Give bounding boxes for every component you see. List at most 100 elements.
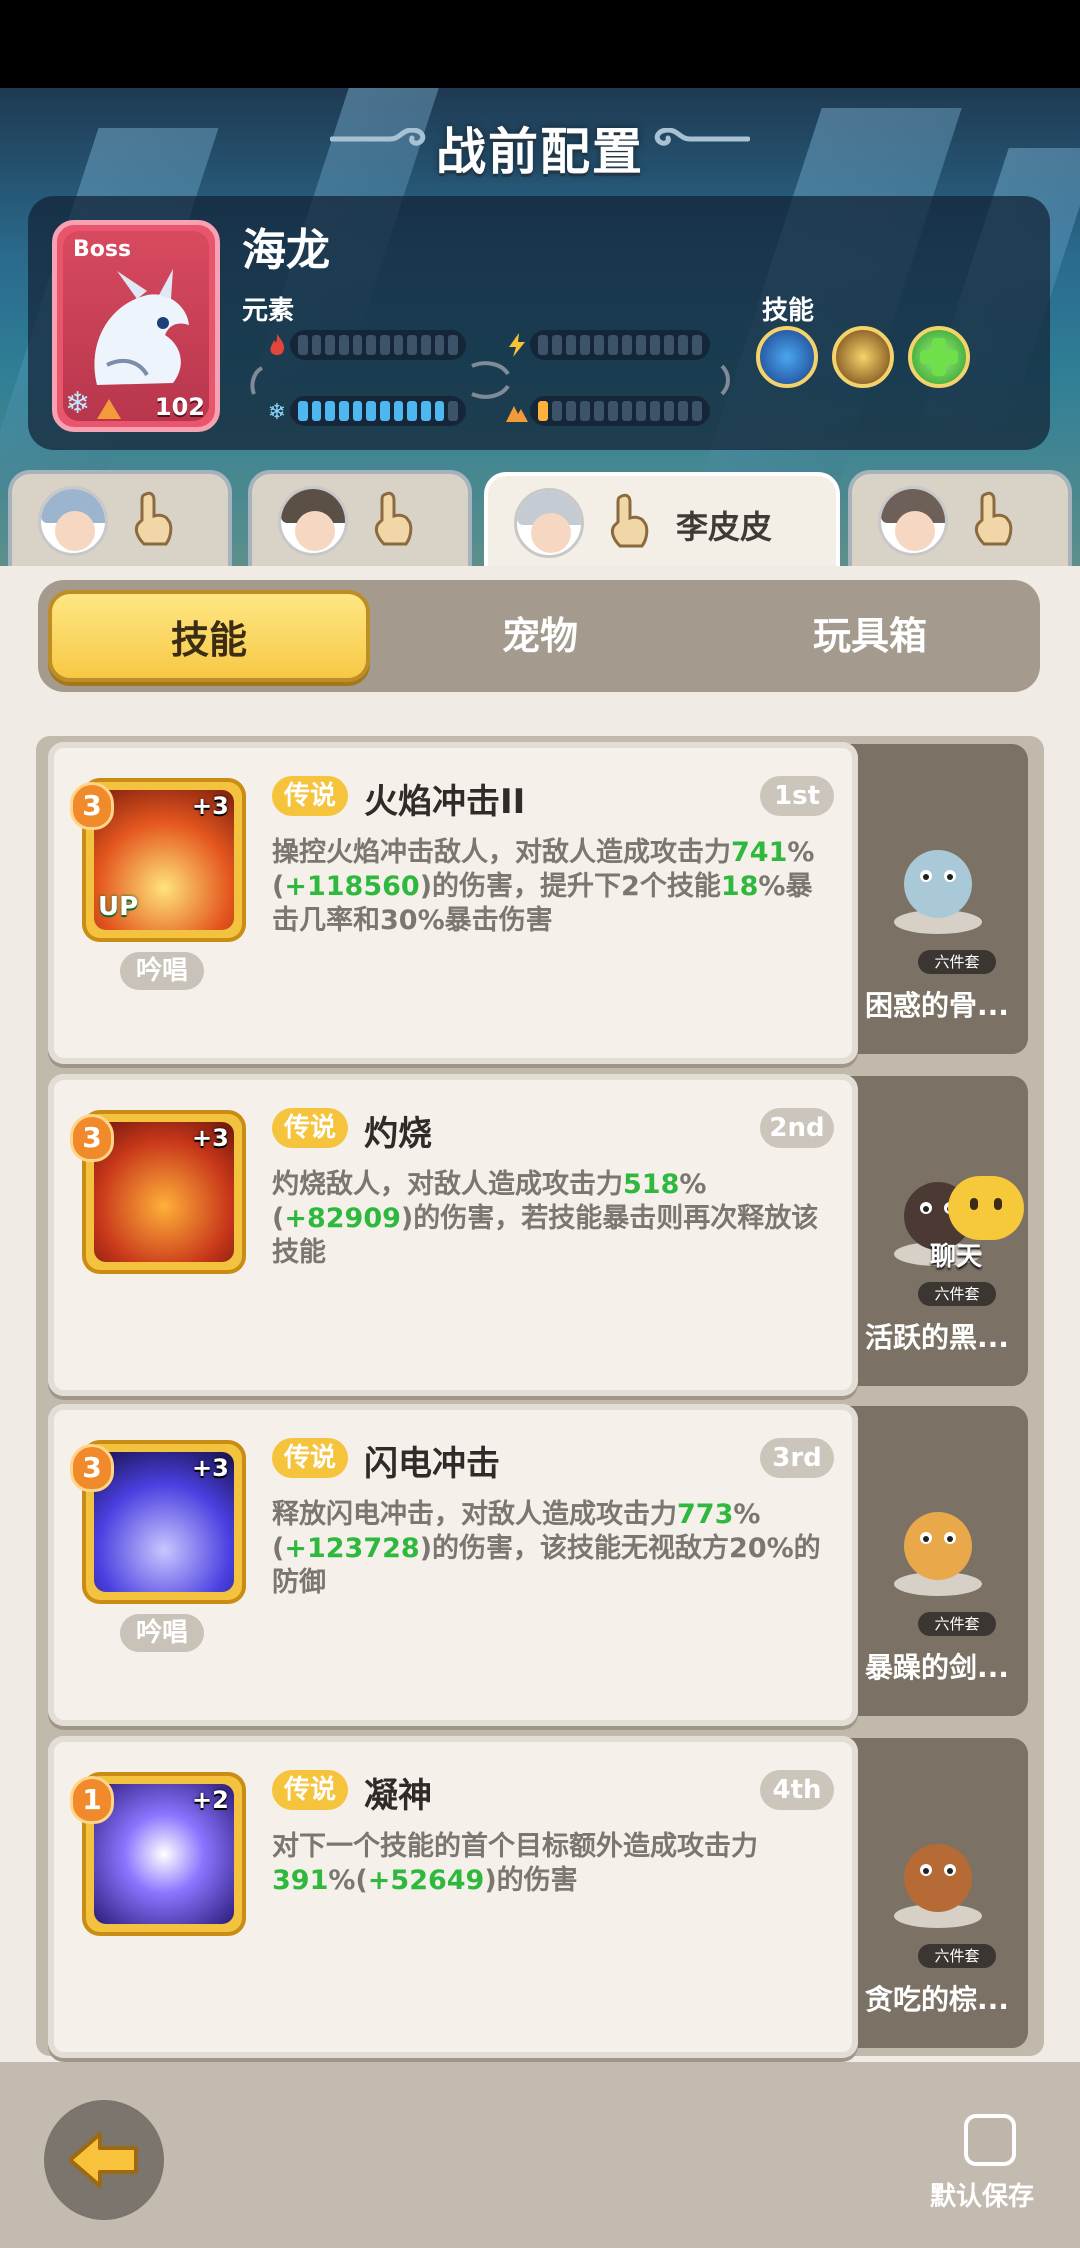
description-text: 释放闪电冲击，对敌人造成攻击力 — [272, 1499, 677, 1530]
earth-icon — [506, 406, 528, 422]
hero-slot-1[interactable] — [8, 470, 232, 566]
pet-set-tag: 六件套 — [918, 1944, 996, 1968]
skill-description: 对下一个技能的首个目标额外造成攻击力391%(+52649)的伤害 — [272, 1830, 832, 1898]
description-text: %( — [328, 1865, 368, 1896]
tab-pets[interactable]: 宠物 — [380, 590, 700, 682]
ice-element-icon: ❄ — [65, 386, 91, 421]
chat-label[interactable]: 聊天 — [930, 1236, 982, 1273]
bar-segment — [380, 335, 390, 355]
pet-figure — [878, 1812, 998, 1932]
cast-order-badge: 2nd — [760, 1108, 834, 1148]
rarity-badge: 传说 — [272, 1108, 349, 1148]
status-bar — [0, 0, 1080, 88]
stat-value: 773 — [677, 1499, 734, 1530]
bar-segment — [538, 335, 548, 355]
pet-set-tag: 六件套 — [918, 1612, 996, 1636]
skill-description: 灼烧敌人，对敌人造成攻击力518%(+82909)的伤害，若技能暴击则再次释放该… — [272, 1168, 832, 1270]
bar-segment — [692, 335, 702, 355]
bar-segment — [407, 401, 418, 421]
back-button[interactable] — [44, 2100, 164, 2220]
description-text: 操控火焰冲击敌人，对敌人造成攻击力 — [272, 837, 731, 868]
bar-segment — [636, 401, 646, 421]
hero-slot-4[interactable] — [848, 470, 1072, 566]
hero-slot-2[interactable] — [248, 470, 472, 566]
bar-segment — [366, 401, 377, 421]
bar-segment — [580, 335, 590, 355]
bar-segment — [339, 401, 349, 421]
boss-portrait-card[interactable]: Boss ❄ 102 — [52, 220, 220, 432]
avatar — [514, 488, 584, 558]
bar-segment — [622, 335, 632, 355]
bar-segment — [566, 401, 576, 421]
page-title: 战前配置 — [436, 123, 644, 181]
stat-value: 741 — [731, 837, 788, 868]
green-plus-skill-icon[interactable] — [908, 326, 970, 388]
fire-icon — [270, 334, 285, 355]
hero-slot-3[interactable]: 李皮皮 — [484, 472, 840, 568]
rarity-badge: 传说 — [272, 1770, 349, 1810]
element-label: 元素 — [242, 296, 295, 326]
bar-segment — [434, 335, 445, 355]
pet-name: 暴躁的剑... — [865, 1651, 1009, 1684]
water-swirl-skill-icon[interactable] — [756, 326, 818, 388]
bar-segment — [566, 335, 576, 355]
default-save-checkbox[interactable] — [964, 2114, 1016, 2166]
skill-bonus-level: +3 — [192, 1454, 229, 1482]
lightning-element-bar — [530, 330, 710, 360]
chat-bubble-icon[interactable] — [948, 1176, 1024, 1240]
tap-hand-icon — [134, 491, 173, 546]
bar-segment — [298, 401, 308, 421]
earth-element-icon — [97, 399, 121, 419]
pet-set-tag: 六件套 — [918, 950, 996, 974]
cast-order-badge: 1st — [760, 776, 834, 816]
bar-segment — [380, 401, 390, 421]
boss-level: 102 — [154, 393, 205, 421]
stat-value: 18 — [720, 871, 759, 902]
boss-tag: Boss — [73, 237, 132, 262]
pet-name: 困惑的骨... — [865, 989, 1009, 1022]
bar-segment — [311, 401, 322, 421]
bar-segment — [325, 335, 336, 355]
pet-icon — [894, 1844, 982, 1928]
tap-hand-icon — [974, 491, 1013, 546]
stat-value: +123728 — [284, 1533, 420, 1564]
tab-toybox[interactable]: 玩具箱 — [710, 590, 1030, 682]
bar-segment — [538, 401, 548, 421]
stat-value: +118560 — [284, 871, 420, 902]
bar-segment — [448, 335, 459, 355]
skill-label: 技能 — [762, 296, 815, 326]
avatar — [278, 486, 348, 556]
skill-name: 闪电冲击 — [364, 1444, 500, 1484]
tap-hand-icon — [610, 493, 649, 548]
boss-name: 海龙 — [242, 225, 330, 276]
bar-segment — [580, 401, 590, 421]
tab-skills[interactable]: 技能 — [48, 590, 370, 682]
bar-segment — [352, 335, 363, 355]
bar-segment — [608, 401, 618, 421]
skill-name: 凝神 — [364, 1776, 432, 1816]
description-text: )的伤害，提升下2个技能 — [419, 871, 721, 902]
bar-segment — [393, 401, 404, 421]
bar-segment — [622, 401, 632, 421]
element-cycle-arrows — [250, 361, 730, 399]
tap-hand-icon — [374, 491, 413, 546]
skill-name: 火焰冲击II — [364, 782, 526, 822]
bar-segment — [650, 401, 660, 421]
description-text: 对下一个技能的首个目标额外造成攻击力 — [272, 1831, 758, 1862]
sea-dragon-portrait — [94, 269, 189, 385]
gold-spike-skill-icon[interactable] — [832, 326, 894, 388]
chant-tag: 吟唱 — [120, 1614, 204, 1652]
bar-segment — [608, 335, 618, 355]
fire-element-bar — [290, 330, 466, 360]
earth-element-bar — [530, 396, 710, 426]
back-arrow-icon — [68, 2132, 138, 2188]
bar-segment — [664, 335, 674, 355]
bar-segment — [552, 401, 562, 421]
ice-element-bar — [290, 396, 466, 426]
bar-segment — [311, 335, 322, 355]
skill-name: 灼烧 — [364, 1114, 432, 1154]
skill-bonus-level: +2 — [192, 1786, 229, 1814]
bar-segment — [594, 401, 604, 421]
skill-description: 释放闪电冲击，对敌人造成攻击力773%(+123728)的伤害，该技能无视敌方2… — [272, 1498, 832, 1600]
bar-segment — [298, 335, 308, 355]
